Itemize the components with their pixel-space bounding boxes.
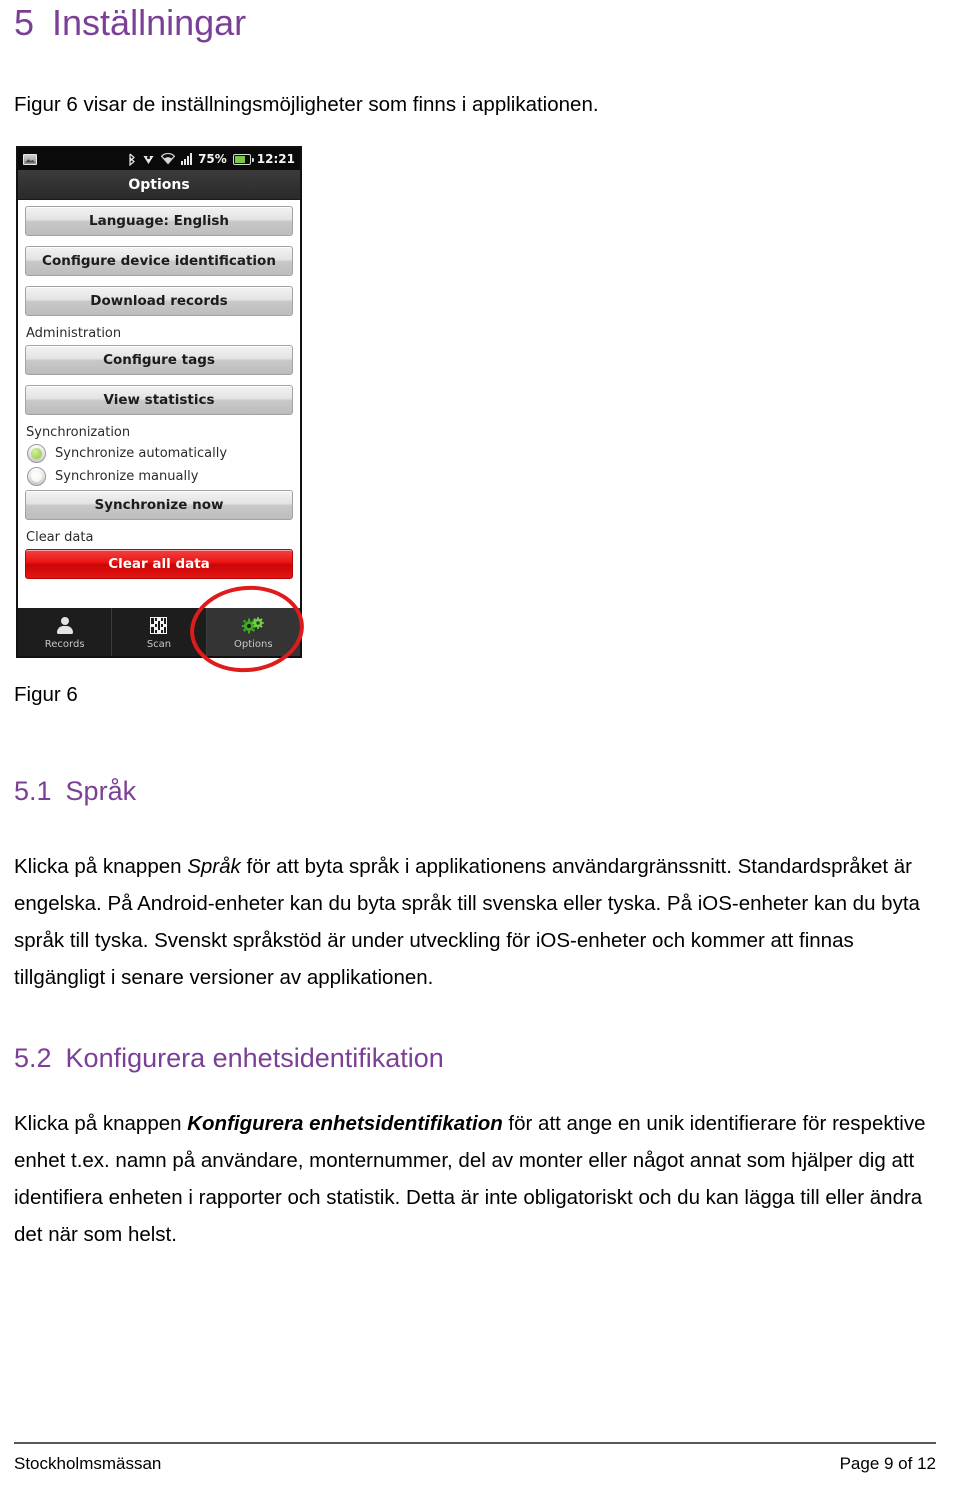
clear-all-data-button[interactable]: Clear all data [25,549,293,579]
section-5-1-number: 5.1 [14,776,52,806]
figure-6-screenshot: 75% 12:21 Options Language: English Conf… [16,146,302,658]
view-statistics-button[interactable]: View statistics [25,385,293,415]
page-title: 5 Inställningar [14,2,246,44]
status-bar-right: 75% 12:21 [128,152,295,166]
radio-selected-icon[interactable] [27,444,46,463]
download-records-button[interactable]: Download records [25,286,293,316]
gears-icon [241,615,265,637]
administration-label: Administration [26,326,122,341]
app-title-bar: Options [18,170,300,200]
document-page: 5 Inställningar Figur 6 visar de inställn… [0,0,960,1486]
status-bar-left [23,153,37,165]
tab-label: Options [234,638,273,650]
section-5-2-heading: 5.2 Konfigurera enhetsidentifikation [14,1043,444,1074]
language-button[interactable]: Language: English [25,206,293,236]
konfig-text-1: Klicka på knappen [14,1112,188,1135]
bottom-tab-bar: Records Scan Options [18,608,300,656]
sprak-text-1: Klicka på knappen [14,855,188,878]
figure-caption: Figur 6 [14,683,78,706]
footer-divider [14,1442,936,1444]
tab-label: Scan [146,638,172,650]
battery-icon [232,153,254,165]
section-5-2-paragraph: Klicka på knappen Konfigurera enhetsiden… [14,1105,932,1253]
footer-page-number: Page 9 of 12 [839,1454,936,1473]
signal-bars-icon [181,153,193,165]
radio-label: Synchronize manually [55,469,199,484]
qr-code-icon [150,615,168,637]
section-5-1-heading: 5.1 Språk [14,776,136,807]
intro-paragraph: Figur 6 visar de inställningsmöjligheter… [14,93,599,116]
radio-synchronize-manually[interactable]: Synchronize manually [27,467,293,486]
clock: 12:21 [256,152,295,166]
footer-organization: Stockholmsmässan [14,1454,162,1473]
synchronization-label: Synchronization [26,425,131,440]
section-5-2-title: Konfigurera enhetsidentifikation [65,1043,444,1073]
clear-data-label: Clear data [26,530,94,545]
sync-icon [142,153,155,166]
app-title: Options [128,176,190,193]
configure-tags-button[interactable]: Configure tags [25,345,293,375]
heading-1-number: 5 [14,2,35,43]
radio-label: Synchronize automatically [55,446,228,461]
configure-device-identification-button[interactable]: Configure device identification [25,246,293,276]
tab-scan[interactable]: Scan [112,608,207,656]
image-icon [23,153,37,165]
section-5-1-paragraph: Klicka på knappen Språk för att byta spr… [14,848,934,996]
section-5-2-number: 5.2 [14,1043,52,1073]
heading-1-title: Inställningar [52,2,247,43]
bluetooth-icon [128,153,136,166]
tab-records[interactable]: Records [18,608,113,656]
radio-synchronize-automatically[interactable]: Synchronize automatically [27,444,293,463]
battery-percent: 75% [198,152,227,166]
tab-label: Records [44,638,85,650]
synchronize-now-button[interactable]: Synchronize now [25,490,293,520]
section-5-1-title: Språk [65,776,137,806]
android-status-bar: 75% 12:21 [18,148,300,170]
wifi-icon [160,152,176,165]
konfig-emphasis: Konfigurera enhetsidentifikation [187,1112,503,1135]
tab-options[interactable]: Options [206,608,300,656]
radio-unselected-icon[interactable] [27,467,46,486]
options-screen-body: Language: English Configure device ident… [18,200,300,612]
person-icon [56,615,73,637]
sprak-emphasis: Språk [187,855,241,878]
